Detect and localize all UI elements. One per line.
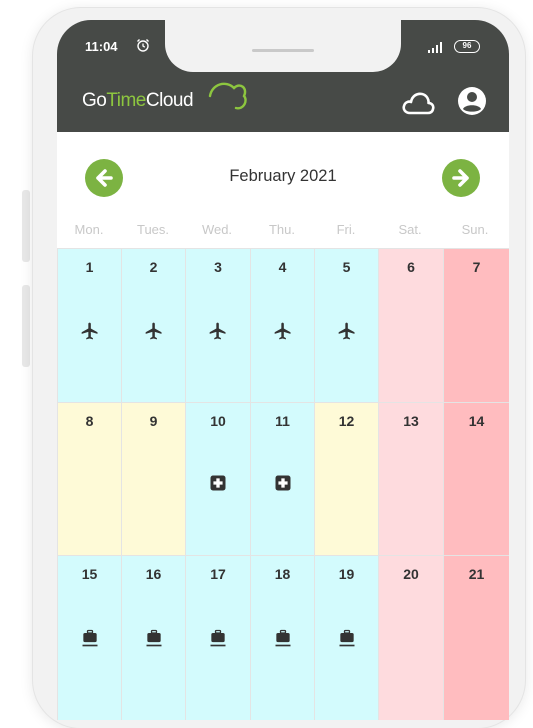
briefcase-icon [208, 628, 228, 648]
briefcase-icon [337, 628, 357, 648]
day-number: 8 [85, 413, 94, 429]
briefcase-icon [80, 628, 100, 648]
airplane-icon-glyph [81, 322, 97, 340]
calendar-day-cell[interactable]: 14 [443, 402, 509, 556]
briefcase-icon-glyph [339, 629, 354, 647]
airplane-icon-glyph [274, 322, 290, 340]
medical-plus-icon [208, 473, 228, 493]
day-number: 7 [472, 259, 481, 275]
calendar-day-cell[interactable]: 2 [121, 248, 186, 403]
day-number: 21 [468, 566, 485, 582]
month-title: February 2021 [229, 167, 337, 185]
airplane-icon [80, 321, 100, 341]
account-circle-icon[interactable] [457, 86, 487, 116]
calendar-day-cell[interactable]: 10 [185, 402, 251, 556]
medical-plus-icon-glyph [210, 475, 226, 491]
day-number: 3 [214, 259, 222, 275]
calendar-day-cell[interactable]: 13 [378, 402, 444, 556]
logo-text-cloud: Cloud [145, 90, 194, 111]
airplane-icon-glyph [338, 322, 354, 340]
day-number: 14 [468, 413, 485, 429]
month-navigation: February 2021 [57, 132, 509, 218]
briefcase-icon [273, 628, 293, 648]
calendar-day-cell[interactable]: 7 [443, 248, 509, 403]
app-header: 11:04 96 GoTimeCloud [57, 20, 509, 132]
phone-side-button [22, 190, 30, 262]
airplane-icon [144, 321, 164, 341]
previous-month-button[interactable] [85, 159, 123, 197]
briefcase-icon-glyph [82, 629, 97, 647]
day-number: 6 [407, 259, 415, 275]
calendar-day-cell[interactable]: 18 [250, 555, 315, 720]
day-number: 11 [275, 413, 290, 429]
calendar-day-cell[interactable]: 17 [185, 555, 251, 720]
calendar-day-cell[interactable]: 4 [250, 248, 315, 403]
calendar-day-cell[interactable]: 6 [378, 248, 444, 403]
battery-indicator: 96 [454, 40, 480, 53]
day-number: 18 [274, 566, 291, 582]
cloud-icon[interactable] [401, 90, 435, 116]
phone-side-button [22, 285, 30, 367]
logo-text-time: Time [106, 90, 146, 111]
briefcase-icon-glyph [146, 629, 161, 647]
airplane-icon [273, 321, 293, 341]
day-number: 10 [210, 413, 226, 429]
day-number: 1 [85, 259, 94, 275]
day-number: 17 [210, 566, 226, 582]
arrow-right-icon [452, 169, 469, 187]
briefcase-icon-glyph [210, 629, 226, 647]
day-number: 9 [149, 413, 158, 429]
calendar-day-cell[interactable]: 19 [314, 555, 379, 720]
arrow-left-icon [96, 169, 113, 187]
calendar-day-cell[interactable]: 11 [250, 402, 315, 556]
phone-notch [165, 20, 401, 72]
day-number: 19 [338, 566, 355, 582]
weekday-label: Thu. [268, 222, 295, 237]
next-month-button[interactable] [442, 159, 480, 197]
calendar-day-cell[interactable]: 8 [57, 402, 122, 556]
calendar-day-cell[interactable]: 3 [185, 248, 251, 403]
calendar-day-cell[interactable]: 9 [121, 402, 186, 556]
briefcase-icon [144, 628, 164, 648]
phone-speaker [252, 49, 314, 52]
calendar-day-cell[interactable]: 12 [314, 402, 379, 556]
status-time: 11:04 [85, 39, 118, 54]
day-number: 20 [403, 566, 419, 582]
day-number: 2 [149, 259, 158, 275]
day-number: 4 [278, 259, 287, 275]
day-number: 12 [338, 413, 355, 429]
medical-plus-icon [273, 473, 293, 493]
app-logo: GoTimeCloud [82, 82, 247, 120]
weekday-label: Mon. [74, 222, 104, 237]
airplane-icon-glyph [209, 322, 226, 340]
calendar-grid: 1 2 3 4 5 6 7 8 9 10 11 12 13 14 15 16 17 18 19 20 21 [57, 248, 509, 720]
calendar-day-cell[interactable]: 1 [57, 248, 122, 403]
calendar-day-cell[interactable]: 21 [443, 555, 509, 720]
day-number: 13 [403, 413, 419, 429]
airplane-icon [208, 321, 228, 341]
calendar-day-cell[interactable]: 16 [121, 555, 186, 720]
day-number: 5 [342, 259, 351, 275]
medical-plus-icon-glyph [275, 475, 290, 491]
weekday-label: Sun. [461, 222, 489, 237]
weekday-label: Wed. [201, 222, 233, 237]
phone-screen: 11:04 96 GoTimeCloud February 2021 Mon. … [57, 20, 509, 720]
weekday-label: Fri. [336, 222, 356, 237]
calendar-day-cell[interactable]: 5 [314, 248, 379, 403]
alarm-icon [137, 39, 149, 52]
day-number: 16 [145, 566, 162, 582]
logo-swoosh-icon [208, 82, 247, 110]
weekday-label: Sat. [398, 222, 422, 237]
weekday-label: Tues. [136, 222, 170, 237]
day-number: 15 [81, 566, 98, 582]
airplane-icon-glyph [145, 322, 161, 340]
calendar-day-cell[interactable]: 20 [378, 555, 444, 720]
logo-text-go: Go [82, 90, 107, 111]
calendar-day-cell[interactable]: 15 [57, 555, 122, 720]
weekday-header: Mon. Tues. Wed. Thu. Fri. Sat. Sun. [57, 218, 509, 248]
signal-icon [428, 42, 442, 53]
briefcase-icon-glyph [275, 629, 290, 647]
airplane-icon [337, 321, 357, 341]
